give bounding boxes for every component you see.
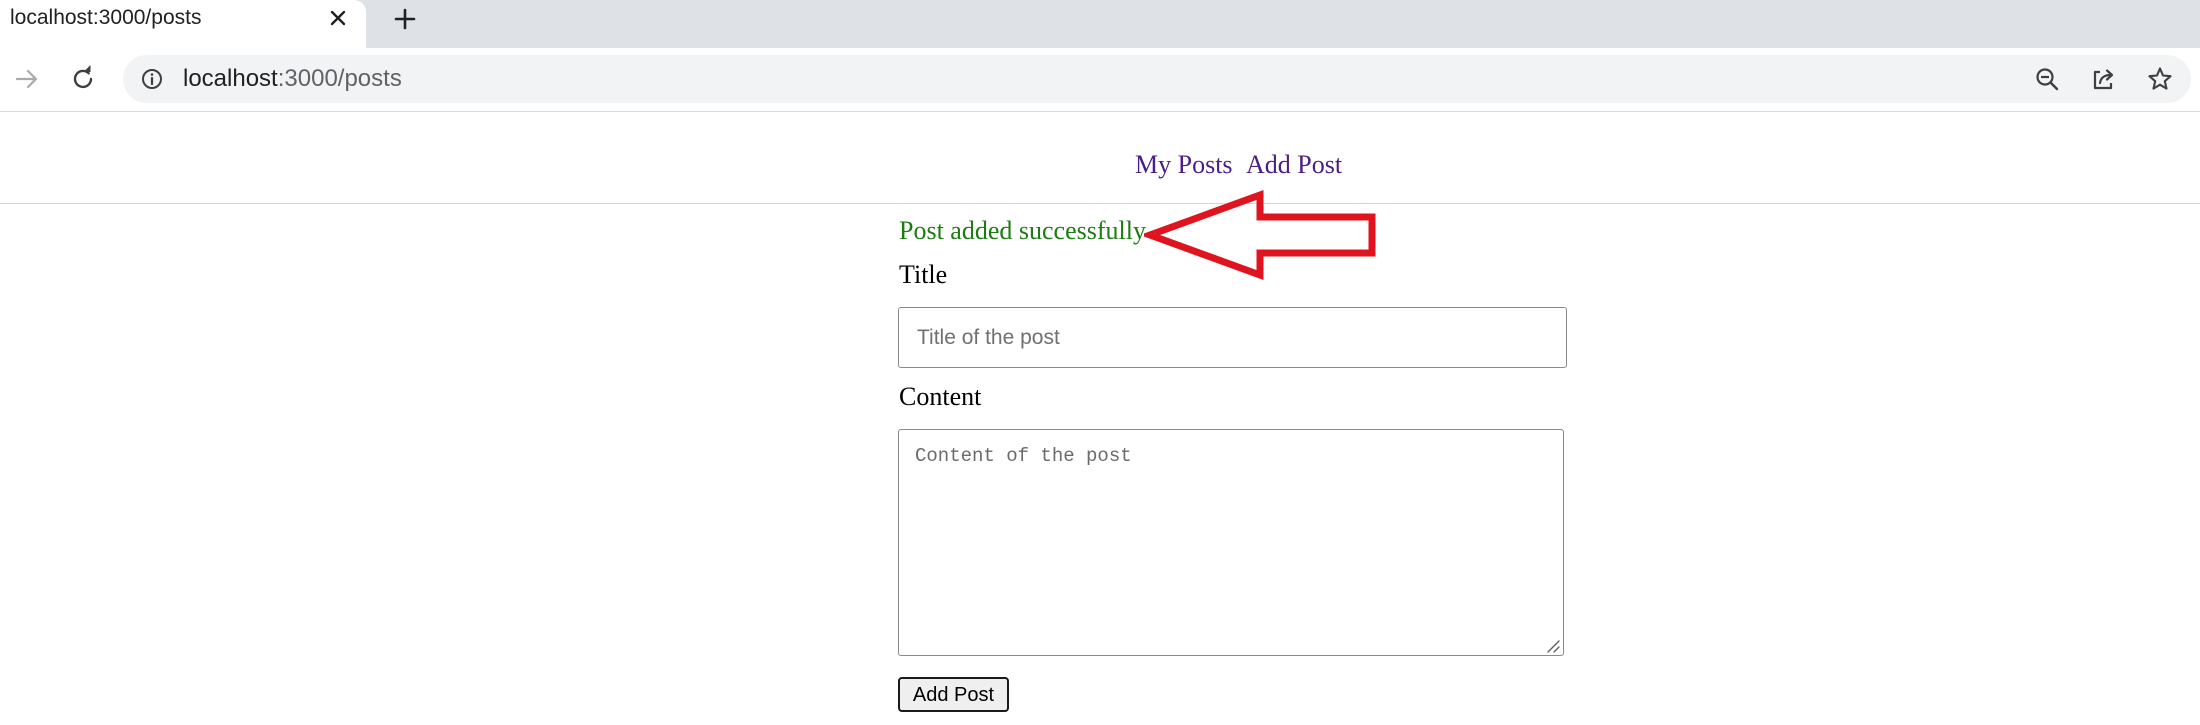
add-post-button[interactable]: Add Post	[898, 677, 1009, 712]
url-host: localhost	[183, 65, 278, 92]
title-input[interactable]	[898, 307, 1567, 368]
content-label: Content	[899, 382, 982, 411]
new-tab-icon[interactable]	[389, 3, 421, 35]
url-path: :3000/posts	[277, 65, 402, 92]
zoom-out-icon[interactable]	[2033, 65, 2061, 93]
content-textarea[interactable]	[898, 429, 1564, 656]
site-navigation: My Posts Add Post	[0, 140, 2200, 204]
share-icon[interactable]	[2089, 65, 2117, 93]
browser-tab[interactable]: localhost:3000/posts	[0, 0, 366, 48]
resize-grip-icon[interactable]	[1545, 638, 1561, 654]
bookmark-star-icon[interactable]	[2146, 65, 2174, 93]
tab-title: localhost:3000/posts	[10, 6, 202, 29]
url-text[interactable]: localhost:3000/posts	[183, 65, 402, 93]
nav-link-add-post[interactable]: Add Post	[1246, 150, 1342, 180]
annotation-arrow-icon	[1144, 190, 1376, 280]
success-message: Post added successfully	[899, 216, 1146, 245]
browser-toolbar: localhost:3000/posts	[0, 48, 2200, 112]
forward-arrow-icon[interactable]	[11, 63, 43, 95]
add-post-form: Post added successfully Title Content Ad…	[0, 205, 2200, 725]
address-bar[interactable]: localhost:3000/posts	[123, 55, 2191, 103]
tab-strip: localhost:3000/posts	[0, 0, 2200, 48]
reload-icon[interactable]	[67, 63, 99, 95]
close-icon[interactable]	[324, 4, 352, 32]
nav-link-my-posts[interactable]: My Posts	[1135, 150, 1233, 180]
title-label: Title	[899, 260, 948, 289]
info-icon[interactable]	[140, 67, 164, 91]
